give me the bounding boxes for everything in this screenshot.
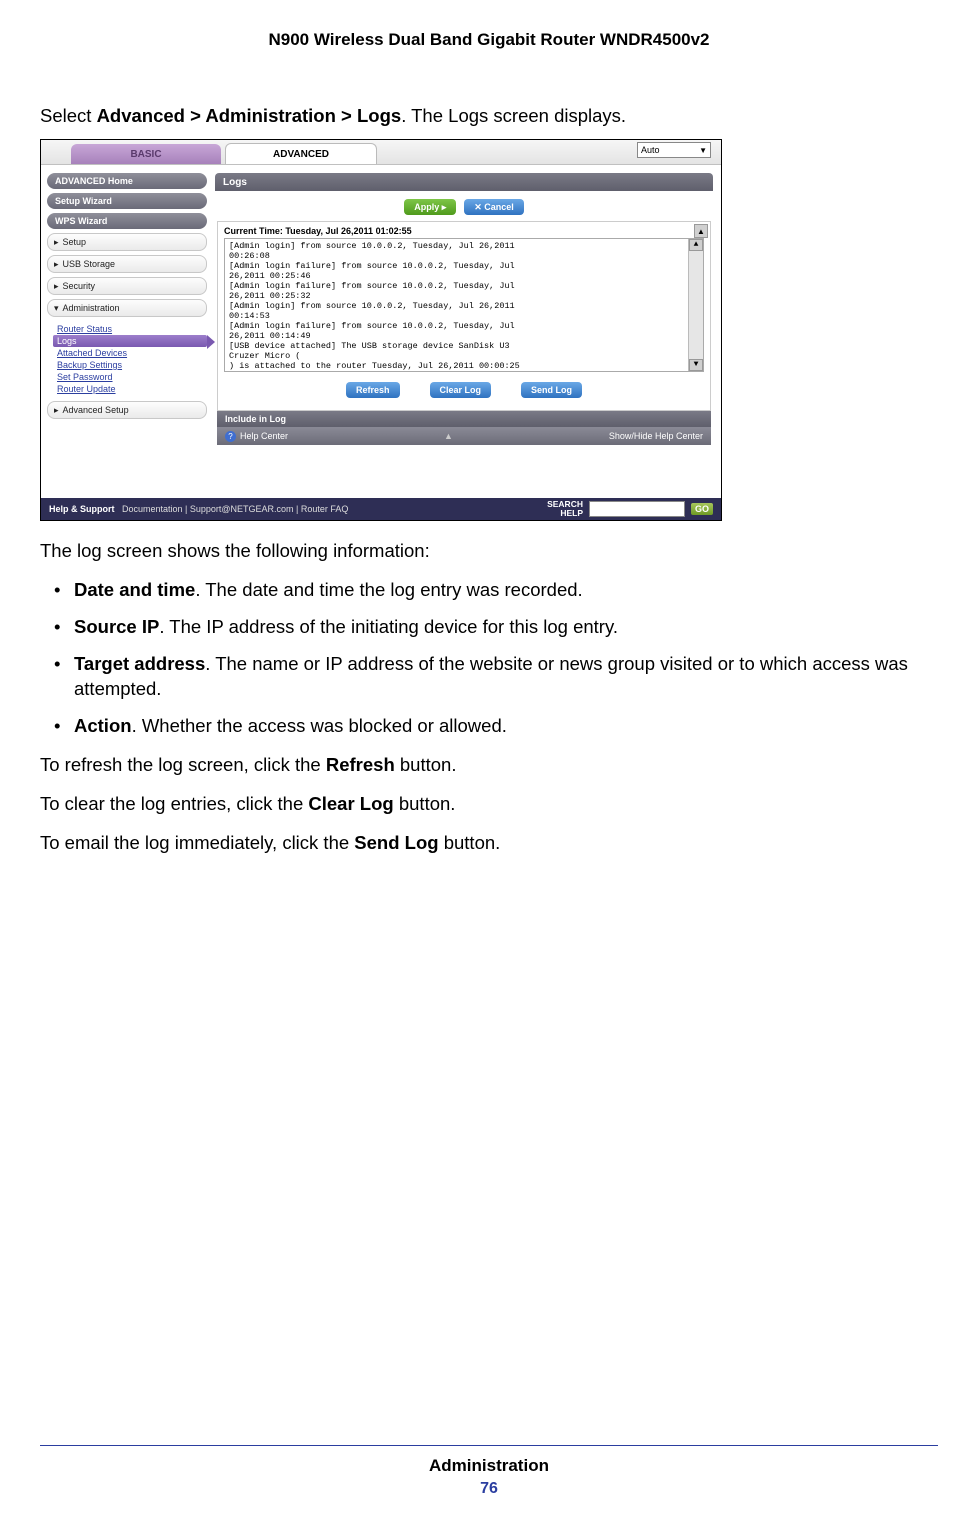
intro-bold: Advanced > Administration > Logs (97, 105, 402, 126)
tab-bar: BASIC ADVANCED Auto ▼ (41, 140, 721, 165)
help-icon: ? (225, 431, 236, 442)
intro-line: Select Advanced > Administration > Logs.… (40, 105, 938, 127)
intro-pre: Select (40, 105, 97, 126)
scroll-up-icon[interactable]: ▲ (694, 224, 708, 238)
sidebar-link-logs[interactable]: Logs (53, 335, 207, 347)
sidebar-item-label: Setup (63, 237, 87, 247)
scroll-down-icon[interactable]: ▼ (689, 359, 703, 371)
scrollbar[interactable]: ▲ ▼ (688, 239, 703, 371)
bullet-bold: Target address (74, 653, 205, 674)
chevron-right-icon (54, 237, 63, 248)
sidebar-advanced-home[interactable]: ADVANCED Home (47, 173, 207, 189)
chevron-down-icon: ▼ (699, 146, 707, 155)
footer-section: Administration (0, 1456, 978, 1476)
main-panel: Logs Apply ▸ ✕ Cancel ▲ Current Time: Tu… (211, 165, 721, 498)
refresh-button[interactable]: Refresh (346, 382, 400, 398)
footer-links[interactable]: Documentation | Support@NETGEAR.com | Ro… (122, 504, 348, 514)
auto-refresh-value: Auto (641, 145, 660, 155)
bullet-bold: Action (74, 715, 132, 736)
log-panel: ▲ Current Time: Tuesday, Jul 26,2011 01:… (217, 221, 711, 411)
footer-page-number: 76 (0, 1480, 978, 1498)
help-center-label: Help Center (240, 431, 288, 441)
chevron-up-icon: ▲ (444, 431, 453, 441)
bullet-item-date-time: Date and time. The date and time the log… (40, 578, 938, 603)
refresh-paragraph: To refresh the log screen, click the Ref… (40, 753, 938, 778)
chevron-right-icon (54, 259, 63, 270)
sidebar-link-set-password[interactable]: Set Password (53, 371, 207, 383)
include-in-log-bar[interactable]: Include in Log (217, 411, 711, 427)
log-text: [Admin login] from source 10.0.0.2, Tues… (229, 241, 520, 372)
clear-log-button[interactable]: Clear Log (430, 382, 492, 398)
scroll-up-icon[interactable]: ▲ (689, 239, 703, 251)
send-paragraph: To email the log immediately, click the … (40, 831, 938, 856)
sidebar-item-label: USB Storage (63, 259, 116, 269)
bullet-bold: Date and time (74, 579, 195, 600)
bullet-list: Date and time. The date and time the log… (40, 578, 938, 739)
footer-bar: Help & Support Documentation | Support@N… (41, 498, 721, 520)
router-screenshot: BASIC ADVANCED Auto ▼ ADVANCED Home Setu… (40, 139, 722, 521)
panel-title: Logs (215, 173, 713, 191)
para-pre: To refresh the log screen, click the (40, 754, 326, 775)
current-time-label: Current Time: Tuesday, Jul 26,2011 01:02… (224, 226, 704, 236)
sidebar-item-label: Security (63, 281, 96, 291)
doc-title: N900 Wireless Dual Band Gigabit Router W… (40, 0, 938, 105)
bullet-text: . The IP address of the initiating devic… (159, 616, 618, 637)
cancel-button[interactable]: ✕ Cancel (464, 199, 524, 215)
bullet-text: . The date and time the log entry was re… (195, 579, 582, 600)
help-support-label: Help & Support (49, 504, 115, 514)
tab-basic[interactable]: BASIC (71, 144, 221, 164)
log-textarea[interactable]: [Admin login] from source 10.0.0.2, Tues… (224, 238, 704, 372)
bullet-item-action: Action. Whether the access was blocked o… (40, 714, 938, 739)
bullet-bold: Source IP (74, 616, 159, 637)
para-pre: To email the log immediately, click the (40, 832, 354, 853)
help-center-bar[interactable]: ? Help Center ▲ Show/Hide Help Center (217, 427, 711, 445)
para-bold: Refresh (326, 754, 395, 775)
sidebar-item-usb-storage[interactable]: USB Storage (47, 255, 207, 273)
top-action-row: Apply ▸ ✕ Cancel (215, 191, 713, 221)
send-log-button[interactable]: Send Log (521, 382, 582, 398)
sidebar-item-setup[interactable]: Setup (47, 233, 207, 251)
para-bold: Send Log (354, 832, 438, 853)
auto-refresh-select[interactable]: Auto ▼ (637, 142, 711, 158)
sidebar-setup-wizard[interactable]: Setup Wizard (47, 193, 207, 209)
sidebar-admin-children: Router Status Logs Attached Devices Back… (53, 323, 207, 395)
go-button[interactable]: GO (691, 503, 713, 515)
page-footer: Administration 76 (0, 1445, 978, 1498)
chevron-right-icon (54, 405, 63, 416)
para-post: button. (439, 832, 501, 853)
chevron-down-icon (54, 303, 63, 314)
search-help-label: SEARCH HELP (547, 500, 583, 518)
para-post: button. (394, 793, 456, 814)
sidebar-wps-wizard[interactable]: WPS Wizard (47, 213, 207, 229)
para-post: button. (395, 754, 457, 775)
show-hide-help-label[interactable]: Show/Hide Help Center (609, 431, 703, 441)
bullet-item-target-address: Target address. The name or IP address o… (40, 652, 938, 702)
chevron-right-icon (54, 281, 63, 292)
sidebar-item-label: Administration (63, 303, 120, 313)
bottom-action-row: Refresh Clear Log Send Log (224, 372, 704, 404)
sidebar-item-security[interactable]: Security (47, 277, 207, 295)
sidebar-item-advanced-setup[interactable]: Advanced Setup (47, 401, 207, 419)
sidebar-link-router-status[interactable]: Router Status (53, 323, 207, 335)
sidebar-item-label: Advanced Setup (63, 405, 129, 415)
bullet-item-source-ip: Source IP. The IP address of the initiat… (40, 615, 938, 640)
intro-post: . The Logs screen displays. (401, 105, 626, 126)
sidebar-link-router-update[interactable]: Router Update (53, 383, 207, 395)
after-paragraph: The log screen shows the following infor… (40, 539, 938, 564)
footer-rule (40, 1445, 938, 1446)
apply-button[interactable]: Apply ▸ (404, 199, 456, 215)
sidebar-link-attached-devices[interactable]: Attached Devices (53, 347, 207, 359)
tab-advanced[interactable]: ADVANCED (225, 143, 377, 164)
para-pre: To clear the log entries, click the (40, 793, 308, 814)
search-input[interactable] (589, 501, 685, 517)
clear-paragraph: To clear the log entries, click the Clea… (40, 792, 938, 817)
bullet-text: . Whether the access was blocked or allo… (132, 715, 507, 736)
para-bold: Clear Log (308, 793, 393, 814)
sidebar: ADVANCED Home Setup Wizard WPS Wizard Se… (41, 165, 211, 498)
sidebar-item-administration[interactable]: Administration (47, 299, 207, 317)
sidebar-link-backup-settings[interactable]: Backup Settings (53, 359, 207, 371)
